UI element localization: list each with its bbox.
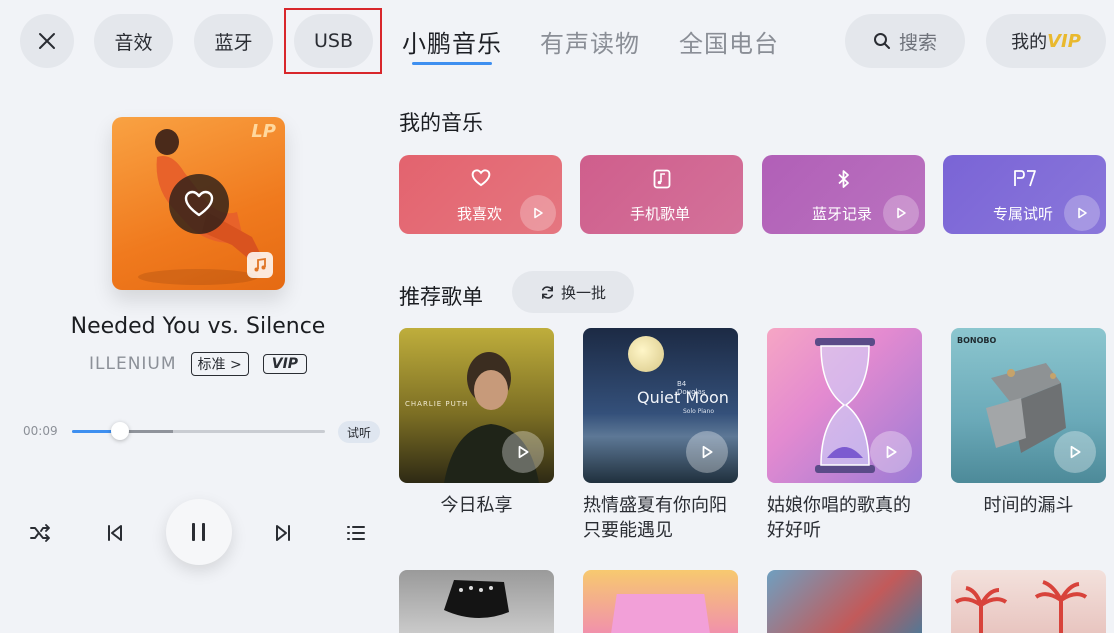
play-icon [897, 207, 906, 219]
palm-trees [954, 580, 1088, 633]
progress-knob[interactable] [111, 422, 130, 440]
quality-tag[interactable]: 标准 > [190, 352, 249, 376]
music-note-badge [247, 252, 273, 278]
shuffle-button[interactable] [28, 520, 54, 546]
pause-button[interactable] [166, 499, 232, 565]
card-label: 我喜欢 [457, 205, 503, 223]
usb-highlight-box [284, 8, 382, 74]
play-button[interactable] [883, 195, 919, 231]
next-button[interactable] [270, 520, 296, 546]
pause-icon [192, 523, 205, 541]
play-button[interactable] [1064, 195, 1100, 231]
playlist-card[interactable] [951, 570, 1106, 633]
close-icon [39, 33, 55, 49]
card-phone-playlist[interactable]: 手机歌单 [580, 155, 743, 234]
current-time: 00:09 [23, 424, 58, 438]
play-button[interactable] [502, 431, 544, 473]
heart-icon [471, 169, 490, 187]
album-cover[interactable]: LP [112, 117, 285, 290]
playlist-card[interactable] [399, 570, 554, 633]
playlist-card[interactable] [583, 570, 738, 633]
playlist-icon [347, 526, 365, 540]
playlist-cover [767, 328, 922, 483]
play-icon [1078, 207, 1087, 219]
play-icon [886, 445, 897, 459]
next-icon [276, 525, 290, 541]
bluetooth-icon [837, 170, 849, 188]
close-button[interactable] [20, 14, 74, 68]
refresh-button[interactable]: 换一批 [512, 271, 634, 313]
favorite-button[interactable] [169, 174, 229, 234]
my-vip-button[interactable]: 我的 VIP [986, 14, 1106, 68]
cover-tagline: Solo Piano [683, 408, 715, 415]
moon-shape [628, 336, 664, 372]
playlist-card[interactable]: B4 Douglas Quiet Moon Solo Piano 热情盛夏有你向… [583, 328, 738, 543]
card-exclusive-preview[interactable]: 专属试听 [943, 155, 1106, 234]
tab-xpeng-music[interactable]: 小鹏音乐 [402, 24, 502, 59]
play-icon [534, 207, 543, 219]
cover-lp-mark: LP [251, 121, 276, 142]
sound-effect-button[interactable]: 音效 [94, 14, 173, 68]
cover-text: CHARLIE PUTH [405, 400, 469, 408]
tab-audiobooks[interactable]: 有声读物 [540, 24, 640, 59]
playlist-cover: B4 Douglas Quiet Moon Solo Piano [583, 328, 738, 483]
vip-prefix: 我的 [1011, 32, 1048, 53]
heart-icon [184, 190, 214, 217]
search-icon [873, 33, 890, 49]
playlist-caption: 姑娘你唱的歌真的好好听 [767, 495, 911, 541]
refresh-label: 换一批 [560, 283, 606, 302]
top-hat-icon [444, 580, 509, 619]
play-button[interactable] [520, 195, 556, 231]
vip-tag: VIP [262, 354, 308, 374]
card-bluetooth-history[interactable]: 蓝牙记录 [762, 155, 925, 234]
artist-name[interactable]: ILLENIUM [89, 354, 177, 374]
play-button[interactable] [686, 431, 728, 473]
progress-slider[interactable] [72, 422, 325, 440]
cover-title: Quiet Moon [637, 388, 729, 407]
play-icon [702, 445, 713, 459]
search-button[interactable]: 搜索 [845, 14, 965, 68]
shuffle-icon [30, 524, 50, 542]
playlist-cover: BONOBO [951, 328, 1106, 483]
playlist-cover: CHARLIE PUTH [399, 328, 554, 483]
song-title: Needed You vs. Silence [70, 314, 326, 339]
card-label: 蓝牙记录 [812, 205, 873, 223]
bluetooth-button[interactable]: 蓝牙 [194, 14, 273, 68]
playlist-caption: 时间的漏斗 [983, 495, 1074, 516]
play-button[interactable] [1054, 431, 1096, 473]
play-button[interactable] [870, 431, 912, 473]
playlist-card[interactable]: CHARLIE PUTH 今日私享 [399, 328, 554, 518]
p7-icon [1013, 170, 1036, 187]
recommended-title: 推荐歌单 [399, 285, 483, 309]
song-meta: ILLENIUM 标准 > VIP [89, 352, 308, 376]
previous-icon [108, 525, 122, 541]
card-label: 手机歌单 [630, 205, 691, 223]
playlist-caption: 热情盛夏有你向阳只要能遇见 [583, 495, 727, 541]
playlist-card[interactable] [767, 570, 922, 633]
active-tab-indicator [412, 62, 492, 65]
previous-button[interactable] [102, 520, 128, 546]
music-note-icon [254, 257, 266, 272]
card-liked[interactable]: 我喜欢 [399, 155, 562, 234]
playlist-card[interactable]: BONOBO 时间的漏斗 [951, 328, 1106, 518]
play-icon [1070, 445, 1081, 459]
playlist-button[interactable] [343, 520, 369, 546]
refresh-icon [542, 285, 553, 299]
tab-radio[interactable]: 全国电台 [679, 24, 779, 59]
playlist-card[interactable]: 姑娘你唱的歌真的好好听 [767, 328, 922, 543]
my-music-title: 我的音乐 [399, 111, 483, 135]
play-icon [518, 445, 529, 459]
card-label: 专属试听 [993, 205, 1054, 223]
playlist-caption: 今日私享 [440, 495, 513, 516]
preview-badge: 试听 [338, 421, 380, 443]
music-note-icon [653, 169, 670, 189]
cover-art-panel [608, 594, 713, 633]
search-label: 搜索 [898, 31, 937, 54]
vip-suffix: VIP [1047, 30, 1081, 52]
